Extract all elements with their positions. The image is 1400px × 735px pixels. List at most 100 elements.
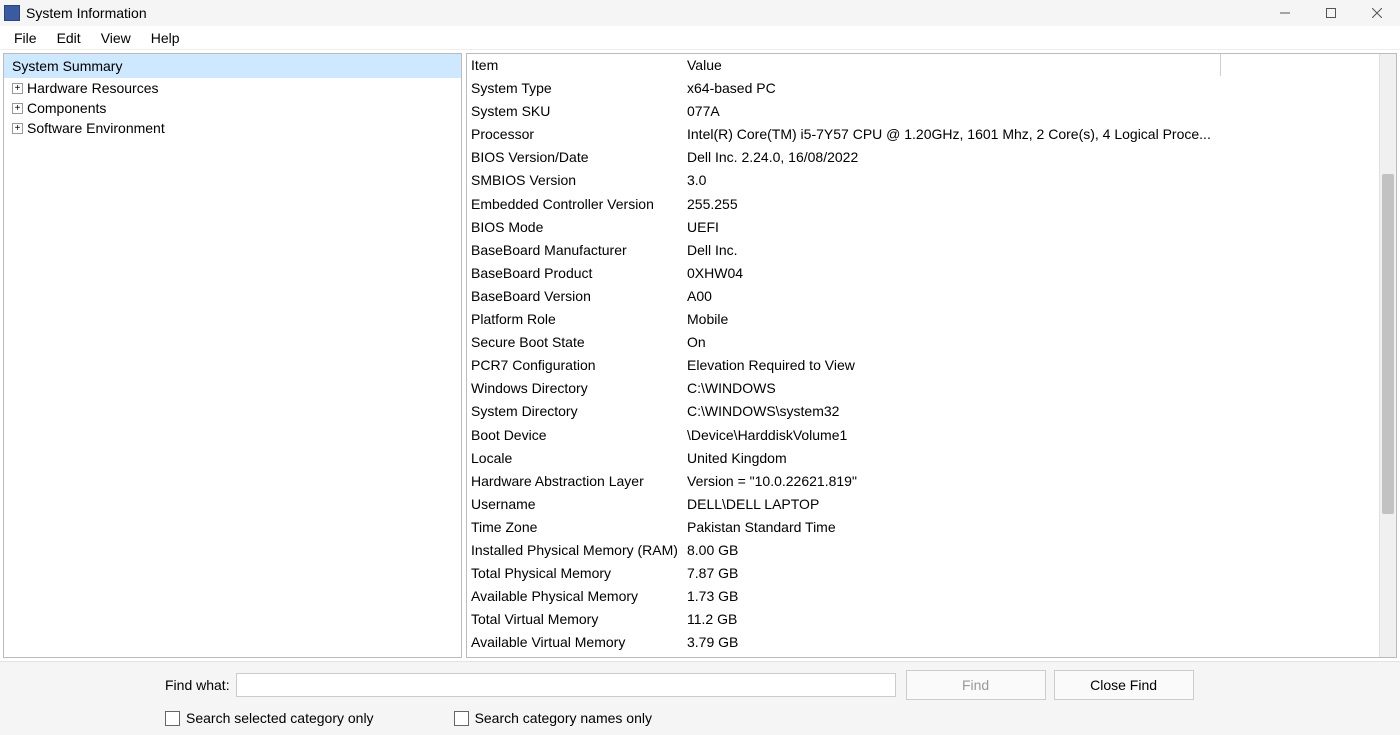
cell-value: 077A [687, 100, 1379, 123]
menubar: File Edit View Help [0, 26, 1400, 50]
menu-view[interactable]: View [91, 26, 141, 50]
table-row[interactable]: Available Physical Memory1.73 GB [467, 585, 1379, 608]
close-find-button[interactable]: Close Find [1054, 670, 1194, 700]
cell-value: Intel(R) Core(TM) i5-7Y57 CPU @ 1.20GHz,… [687, 123, 1379, 146]
table-row[interactable]: BaseBoard ManufacturerDell Inc. [467, 239, 1379, 262]
details-list[interactable]: Item Value System Typex64-based PCSystem… [467, 54, 1379, 657]
cell-value: 0XHW04 [687, 262, 1379, 285]
table-row[interactable]: BIOS Version/DateDell Inc. 2.24.0, 16/08… [467, 146, 1379, 169]
cell-value: Mobile [687, 308, 1379, 331]
table-row[interactable]: Platform RoleMobile [467, 308, 1379, 331]
titlebar: System Information [0, 0, 1400, 26]
cell-value: 3.79 GB [687, 631, 1379, 654]
cell-item: BaseBoard Version [467, 285, 687, 308]
checkbox-icon [165, 711, 180, 726]
category-tree[interactable]: System Summary + Hardware Resources + Co… [3, 53, 462, 658]
checkbox-label: Search category names only [475, 710, 652, 726]
table-row[interactable]: Windows DirectoryC:\WINDOWS [467, 377, 1379, 400]
cell-value: 7.87 GB [687, 562, 1379, 585]
menu-edit[interactable]: Edit [47, 26, 91, 50]
expand-icon[interactable]: + [12, 123, 23, 134]
table-row[interactable]: ProcessorIntel(R) Core(TM) i5-7Y57 CPU @… [467, 123, 1379, 146]
cell-item: Total Physical Memory [467, 562, 687, 585]
table-row[interactable]: System DirectoryC:\WINDOWS\system32 [467, 400, 1379, 423]
table-row[interactable]: BaseBoard Product0XHW04 [467, 262, 1379, 285]
cell-value: 11.2 GB [687, 608, 1379, 631]
column-headers[interactable]: Item Value [467, 54, 1379, 77]
cell-item: PCR7 Configuration [467, 354, 687, 377]
cell-item: Time Zone [467, 516, 687, 539]
table-row[interactable]: Secure Boot StateOn [467, 331, 1379, 354]
cell-value: On [687, 331, 1379, 354]
tree-item-hardware-resources[interactable]: + Hardware Resources [4, 78, 461, 98]
table-row[interactable]: LocaleUnited Kingdom [467, 447, 1379, 470]
close-button[interactable] [1354, 0, 1400, 26]
cell-item: Embedded Controller Version [467, 193, 687, 216]
table-row[interactable]: BaseBoard VersionA00 [467, 285, 1379, 308]
cell-item: Secure Boot State [467, 331, 687, 354]
window-title: System Information [26, 5, 147, 21]
table-row[interactable]: System SKU077A [467, 100, 1379, 123]
table-row[interactable]: Hardware Abstraction LayerVersion = "10.… [467, 470, 1379, 493]
find-button[interactable]: Find [906, 670, 1046, 700]
table-row[interactable]: Boot Device\Device\HarddiskVolume1 [467, 424, 1379, 447]
cell-item: Hardware Abstraction Layer [467, 470, 687, 493]
cell-item: SMBIOS Version [467, 169, 687, 192]
cell-item: Platform Role [467, 308, 687, 331]
tree-root-system-summary[interactable]: System Summary [4, 54, 461, 78]
cell-value: 255.255 [687, 193, 1379, 216]
table-row[interactable]: Available Virtual Memory3.79 GB [467, 631, 1379, 654]
table-row[interactable]: UsernameDELL\DELL LAPTOP [467, 493, 1379, 516]
table-row[interactable]: BIOS ModeUEFI [467, 216, 1379, 239]
expand-icon[interactable]: + [12, 83, 23, 94]
cell-value: x64-based PC [687, 77, 1379, 100]
cell-item: BIOS Mode [467, 216, 687, 239]
cell-item: System Type [467, 77, 687, 100]
find-input[interactable] [236, 673, 896, 697]
minimize-button[interactable] [1262, 0, 1308, 26]
checkbox-label: Search selected category only [186, 710, 374, 726]
table-row[interactable]: PCR7 ConfigurationElevation Required to … [467, 354, 1379, 377]
tree-item-label: Hardware Resources [27, 78, 159, 98]
cell-value: DELL\DELL LAPTOP [687, 493, 1379, 516]
menu-help[interactable]: Help [141, 26, 190, 50]
cell-item: BaseBoard Product [467, 262, 687, 285]
cell-item: BIOS Version/Date [467, 146, 687, 169]
cell-value: Version = "10.0.22621.819" [687, 470, 1379, 493]
table-row[interactable]: Total Physical Memory7.87 GB [467, 562, 1379, 585]
cell-item: System Directory [467, 400, 687, 423]
column-divider[interactable] [1220, 54, 1221, 76]
cell-value: 1.73 GB [687, 585, 1379, 608]
scrollbar-thumb[interactable] [1382, 174, 1394, 514]
col-header-value[interactable]: Value [687, 54, 1379, 77]
tree-item-components[interactable]: + Components [4, 98, 461, 118]
table-row[interactable]: Total Virtual Memory11.2 GB [467, 608, 1379, 631]
table-row[interactable]: Installed Physical Memory (RAM)8.00 GB [467, 539, 1379, 562]
col-header-item[interactable]: Item [467, 54, 687, 77]
cell-item: Windows Directory [467, 377, 687, 400]
cell-value: 8.00 GB [687, 539, 1379, 562]
expand-icon[interactable]: + [12, 103, 23, 114]
cell-value: Pakistan Standard Time [687, 516, 1379, 539]
cell-item: Installed Physical Memory (RAM) [467, 539, 687, 562]
maximize-button[interactable] [1308, 0, 1354, 26]
menu-file[interactable]: File [4, 26, 47, 50]
table-row[interactable]: Embedded Controller Version255.255 [467, 193, 1379, 216]
search-selected-category-checkbox[interactable]: Search selected category only [165, 710, 374, 726]
vertical-scrollbar[interactable] [1379, 54, 1396, 657]
cell-item: Processor [467, 123, 687, 146]
find-label: Find what: [165, 677, 230, 693]
tree-item-software-environment[interactable]: + Software Environment [4, 118, 461, 138]
cell-item: Available Physical Memory [467, 585, 687, 608]
cell-item: Total Virtual Memory [467, 608, 687, 631]
table-row[interactable]: Time ZonePakistan Standard Time [467, 516, 1379, 539]
search-category-names-checkbox[interactable]: Search category names only [454, 710, 652, 726]
cell-item: Locale [467, 447, 687, 470]
table-row[interactable]: SMBIOS Version3.0 [467, 169, 1379, 192]
cell-item: BaseBoard Manufacturer [467, 239, 687, 262]
table-row[interactable]: System Typex64-based PC [467, 77, 1379, 100]
app-icon [4, 5, 20, 21]
tree-item-label: Components [27, 98, 106, 118]
details-pane: Item Value System Typex64-based PCSystem… [466, 53, 1397, 658]
cell-item: Boot Device [467, 424, 687, 447]
